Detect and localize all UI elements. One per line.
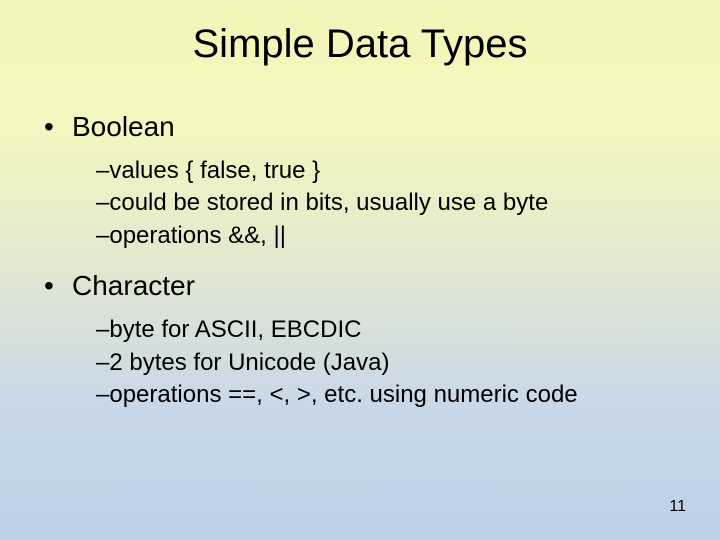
list-item: – operations ==, <, >, etc. using numeri… (96, 379, 720, 411)
page-number: 11 (669, 498, 686, 516)
dash-icon: – (96, 347, 109, 379)
sub-list: – values { false, true } – could be stor… (44, 155, 720, 252)
section-heading: •Character (44, 270, 720, 302)
slide-content: •Boolean – values { false, true } – coul… (0, 77, 720, 411)
dash-icon: – (96, 220, 109, 252)
list-item: – could be stored in bits, usually use a… (96, 187, 720, 219)
heading-text: Character (72, 270, 195, 301)
item-text: 2 bytes for Unicode (Java) (109, 349, 389, 376)
slide-title: Simple Data Types (0, 0, 720, 77)
list-item: – 2 bytes for Unicode (Java) (96, 347, 720, 379)
sub-list: – byte for ASCII, EBCDIC – 2 bytes for U… (44, 314, 720, 411)
bullet-icon: • (44, 270, 72, 302)
item-text: could be stored in bits, usually use a b… (109, 189, 548, 216)
dash-icon: – (96, 379, 109, 411)
list-item: – byte for ASCII, EBCDIC (96, 314, 720, 346)
item-text: values { false, true } (109, 157, 320, 184)
list-item: – values { false, true } (96, 155, 720, 187)
dash-icon: – (96, 314, 109, 346)
section-heading: •Boolean (44, 111, 720, 143)
item-text: operations ==, <, >, etc. using numeric … (109, 381, 577, 408)
heading-text: Boolean (72, 111, 175, 142)
item-text: operations &&, || (109, 222, 286, 249)
item-text: byte for ASCII, EBCDIC (109, 316, 361, 343)
dash-icon: – (96, 155, 109, 187)
list-item: – operations &&, || (96, 220, 720, 252)
bullet-icon: • (44, 111, 72, 143)
dash-icon: – (96, 187, 109, 219)
